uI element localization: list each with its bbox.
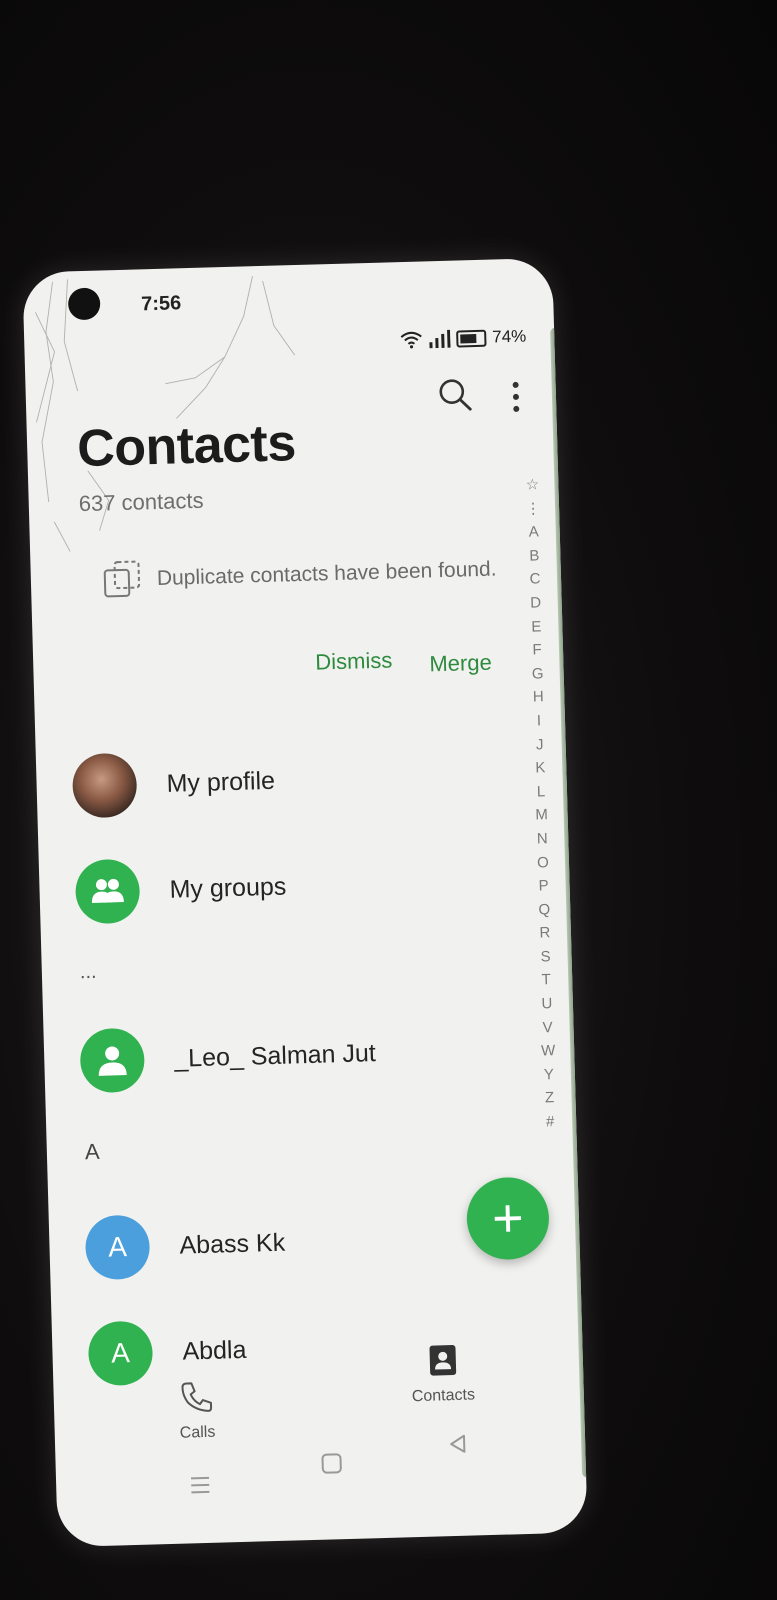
- duplicate-icon: [102, 559, 143, 600]
- status-time: 7:56: [140, 292, 182, 316]
- battery-percent: 74%: [491, 326, 527, 347]
- index-letter[interactable]: K: [535, 756, 546, 780]
- tab-contacts[interactable]: Contacts: [410, 1342, 475, 1406]
- more-options-button[interactable]: [505, 377, 526, 418]
- add-contact-button[interactable]: +: [465, 1176, 551, 1261]
- index-letter[interactable]: #: [546, 1110, 555, 1134]
- person-icon: [79, 1027, 146, 1094]
- back-button[interactable]: [447, 1433, 470, 1456]
- section-header-symbols: ...: [79, 960, 97, 984]
- tab-contacts-label: Contacts: [411, 1386, 476, 1406]
- contacts-book-icon: [429, 1345, 456, 1376]
- contact-count: 637 contacts: [78, 487, 204, 517]
- index-letter[interactable]: W: [541, 1039, 556, 1063]
- index-letter[interactable]: U: [541, 992, 552, 1016]
- search-icon: [439, 379, 472, 411]
- index-letter[interactable]: F: [532, 638, 542, 662]
- page-title: Contacts: [76, 414, 297, 479]
- groups-icon: [74, 858, 141, 925]
- index-letter[interactable]: P: [538, 874, 549, 898]
- plus-icon: +: [491, 1188, 525, 1249]
- index-letter[interactable]: A: [528, 521, 539, 545]
- index-letter[interactable]: E: [531, 615, 542, 639]
- index-letter[interactable]: ⋮: [525, 497, 541, 521]
- index-letter[interactable]: Z: [545, 1087, 555, 1111]
- my-groups-label: My groups: [169, 872, 287, 904]
- index-letter[interactable]: T: [541, 969, 551, 993]
- my-profile-row[interactable]: My profile: [71, 740, 494, 822]
- index-letter[interactable]: R: [539, 921, 550, 945]
- index-letter[interactable]: B: [529, 544, 540, 568]
- home-button[interactable]: [320, 1452, 343, 1475]
- index-letter[interactable]: Q: [538, 898, 550, 922]
- index-letter[interactable]: N: [537, 827, 548, 851]
- contact-row[interactable]: _Leo_ Salman Jut: [79, 1015, 501, 1097]
- front-camera: [67, 287, 101, 321]
- index-letter[interactable]: L: [537, 780, 546, 804]
- recent-apps-button[interactable]: [188, 1473, 213, 1498]
- duplicate-notice-text: Duplicate contacts have been found.: [156, 557, 497, 591]
- index-letter[interactable]: Y: [544, 1063, 555, 1087]
- phone-screen: 7:56 74% Contacts 637 contacts Duplicate…: [22, 257, 588, 1548]
- search-button[interactable]: [435, 375, 476, 416]
- back-triangle-icon: [450, 1434, 466, 1453]
- wifi-icon: [400, 331, 422, 349]
- merge-button[interactable]: Merge: [429, 650, 492, 678]
- menu-lines-icon: [191, 1476, 210, 1494]
- index-letter[interactable]: ☆: [525, 473, 539, 497]
- phone-icon: [181, 1382, 212, 1412]
- contact-name: Abass Kk: [179, 1228, 286, 1260]
- avatar: A: [87, 1320, 154, 1387]
- avatar: [71, 752, 138, 819]
- dismiss-button[interactable]: Dismiss: [315, 647, 393, 675]
- avatar: A: [84, 1214, 151, 1281]
- index-letter[interactable]: V: [542, 1016, 553, 1040]
- index-letter[interactable]: O: [537, 851, 549, 875]
- status-icons: 74%: [400, 327, 527, 351]
- index-letter[interactable]: I: [537, 709, 542, 733]
- index-letter[interactable]: H: [533, 686, 544, 710]
- contact-row[interactable]: A Abass Kk: [84, 1202, 507, 1284]
- index-letter[interactable]: M: [535, 804, 548, 828]
- contact-name: _Leo_ Salman Jut: [173, 1038, 377, 1073]
- tab-calls-label: Calls: [179, 1423, 216, 1442]
- more-vert-icon: [512, 381, 520, 412]
- battery-icon: [456, 329, 487, 348]
- home-square-icon: [321, 1453, 342, 1474]
- tab-calls[interactable]: Calls: [178, 1380, 216, 1443]
- index-letter[interactable]: J: [536, 733, 544, 757]
- my-groups-row[interactable]: My groups: [74, 846, 497, 928]
- section-header-a: A: [84, 1138, 100, 1165]
- alphabet-index[interactable]: ☆ ⋮ A B C D E F G H I J K L M N O P Q R S T U V W Y Z #: [522, 473, 560, 1134]
- signal-icon: [429, 329, 451, 349]
- index-letter[interactable]: S: [540, 945, 551, 969]
- index-letter[interactable]: C: [529, 568, 540, 592]
- index-letter[interactable]: G: [532, 662, 544, 686]
- contact-name: Abdla: [182, 1335, 247, 1366]
- my-profile-label: My profile: [166, 766, 276, 798]
- index-letter[interactable]: D: [530, 591, 541, 615]
